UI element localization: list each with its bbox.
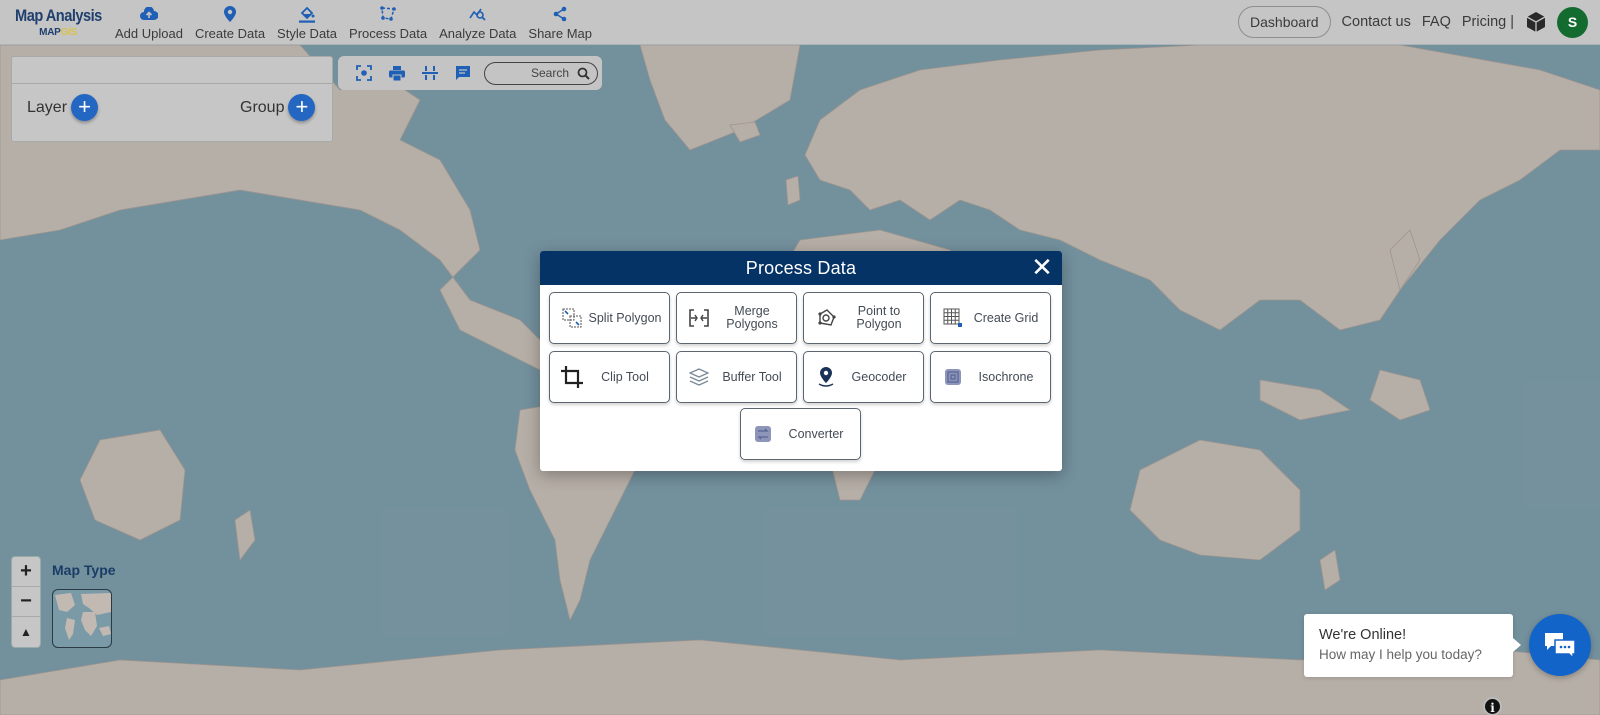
close-icon[interactable]: ✕	[1030, 254, 1054, 280]
landmass-greenland	[639, 44, 801, 151]
chat-prompt[interactable]: We're Online! How may I help you today?	[1304, 614, 1521, 677]
nav-process-data[interactable]: Process Data	[343, 5, 433, 41]
nav-analyze-data[interactable]: Analyze Data	[433, 5, 522, 41]
share-icon	[552, 5, 568, 23]
layer-row: Layer +	[27, 94, 99, 121]
analyze-icon	[469, 5, 487, 23]
nav-label: Analyze Data	[439, 25, 517, 41]
add-group-button[interactable]: +	[288, 94, 316, 121]
chat-launcher-button[interactable]	[1529, 614, 1591, 676]
create-grid-icon	[940, 305, 966, 331]
add-layer-button[interactable]: +	[71, 94, 99, 121]
contact-us-link[interactable]: Contact us	[1342, 14, 1411, 30]
button-label: Geocoder	[851, 369, 907, 384]
nav-label: Add Upload	[115, 25, 183, 41]
search-button[interactable]: Search	[484, 61, 598, 85]
map-pin-icon	[224, 5, 236, 23]
zoom-in-button[interactable]: +	[12, 557, 40, 587]
search-icon	[577, 67, 590, 80]
point-to-polygon-icon	[813, 305, 839, 331]
landmass-australia	[1129, 439, 1301, 561]
modal-header: Process Data ✕	[540, 251, 1062, 285]
comment-icon[interactable]	[446, 61, 479, 85]
split-polygon-icon	[559, 305, 585, 331]
brand-title: Map Analysis	[14, 6, 102, 25]
map-toolstrip: Search	[338, 56, 602, 90]
layer-label: Layer	[27, 98, 68, 116]
faq-link[interactable]: FAQ	[1422, 14, 1451, 30]
user-avatar[interactable]: S	[1557, 6, 1588, 38]
nav-style-data[interactable]: Style Data	[271, 5, 343, 41]
nav-label: Create Data	[194, 25, 266, 41]
nav-add-upload[interactable]: Add Upload	[109, 5, 189, 41]
buffer-tool-button[interactable]: Buffer Tool	[676, 351, 797, 403]
button-label: Merge Polygons	[726, 304, 778, 331]
zoom-out-button[interactable]: −	[12, 587, 40, 617]
main-nav: Add Upload Create Data Style Data Proces…	[109, 0, 598, 45]
zoom-controls: + − ▲	[11, 556, 41, 648]
merge-polygons-button[interactable]: Merge Polygons	[676, 292, 797, 344]
create-grid-button[interactable]: Create Grid	[930, 292, 1051, 344]
button-label: Isochrone	[978, 369, 1034, 384]
nav-label: Process Data	[349, 25, 428, 41]
brand-logo[interactable]: Map Analysis MAPGIS	[0, 6, 105, 38]
map-thumbnail-image	[55, 593, 111, 640]
dashboard-button[interactable]: Dashboard	[1238, 6, 1331, 38]
isochrone-button[interactable]: Isochrone	[930, 351, 1051, 403]
reset-north-button[interactable]: ▲	[12, 617, 40, 647]
compass-icon: ▲	[20, 625, 32, 639]
layer-panel: Layer + Group +	[11, 56, 333, 142]
geocoder-button[interactable]: Geocoder	[803, 351, 924, 403]
button-label: Clip Tool	[601, 369, 649, 384]
paint-bucket-icon	[298, 5, 316, 23]
pricing-link[interactable]: Pricing |	[1462, 14, 1514, 30]
print-icon[interactable]	[380, 61, 413, 85]
info-icon[interactable]: i	[1483, 697, 1502, 715]
point-to-polygon-button[interactable]: Point to Polygon	[803, 292, 924, 344]
right-nav: Dashboard Contact us FAQ Pricing | S	[1238, 6, 1600, 38]
location-pin-icon	[813, 364, 839, 390]
nav-label: Share Map	[528, 25, 592, 41]
modal-title: Process Data	[745, 257, 857, 278]
brand-sub-prefix: MAP	[39, 27, 61, 38]
button-label: Converter	[788, 426, 844, 441]
panel-divider	[12, 83, 332, 84]
button-label: Create Grid	[973, 310, 1039, 325]
nav-share-map[interactable]: Share Map	[522, 5, 598, 41]
nav-label: Style Data	[277, 25, 338, 41]
chat-title: We're Online!	[1319, 627, 1407, 643]
search-label: Search	[530, 66, 569, 80]
map-type-thumbnail[interactable]	[52, 589, 112, 648]
brand-subtitle: MAPGIS	[39, 27, 77, 38]
button-label: Buffer Tool	[722, 369, 782, 384]
map-type-label: Map Type	[52, 562, 116, 578]
group-row: Group +	[240, 94, 316, 121]
converter-icon	[750, 421, 776, 447]
button-label: Split Polygon	[588, 310, 662, 325]
focus-icon[interactable]	[347, 61, 380, 85]
cloud-upload-icon	[139, 5, 158, 23]
brand-sub-suffix: GIS	[60, 27, 78, 38]
process-polygon-icon	[380, 5, 396, 23]
process-tools-grid: Split Polygon Merge Polygons Point to Po…	[549, 292, 1053, 403]
button-label: Point to Polygon	[856, 304, 902, 331]
cube-icon[interactable]	[1525, 11, 1547, 33]
group-label: Group	[240, 98, 285, 116]
merge-polygons-icon	[686, 305, 712, 331]
layers-icon	[686, 364, 712, 390]
split-polygon-button[interactable]: Split Polygon	[549, 292, 670, 344]
nav-create-data[interactable]: Create Data	[189, 5, 271, 41]
isochrone-icon	[940, 364, 966, 390]
measure-icon[interactable]	[413, 61, 446, 85]
clip-tool-button[interactable]: Clip Tool	[549, 351, 670, 403]
crop-icon	[559, 364, 585, 390]
converter-button[interactable]: Converter	[740, 408, 861, 460]
process-data-modal: Process Data ✕ Split Polygon Merge Polyg…	[540, 251, 1062, 471]
chat-bubbles-icon	[1545, 633, 1576, 659]
top-navbar: Map Analysis MAPGIS Add Upload Create Da…	[0, 0, 1600, 45]
chat-subtitle: How may I help you today?	[1319, 647, 1482, 662]
